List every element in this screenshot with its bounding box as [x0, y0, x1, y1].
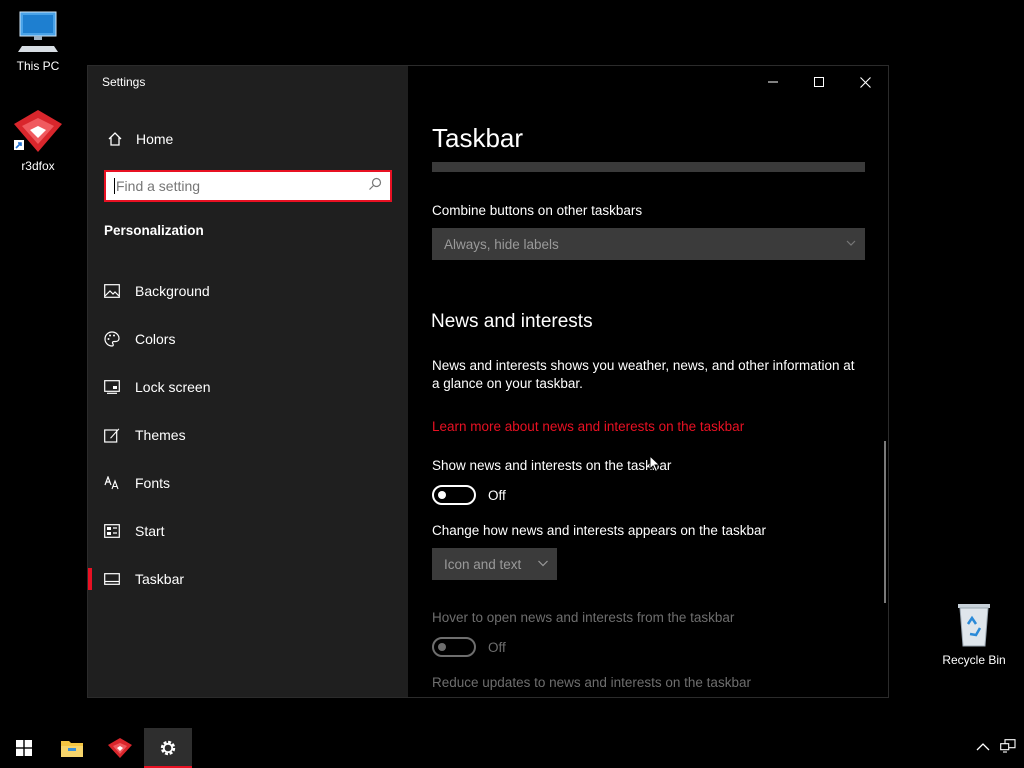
- caption-buttons: [750, 66, 888, 98]
- file-explorer-button[interactable]: [48, 728, 96, 768]
- toggle-knob: [438, 491, 446, 499]
- sidebar-item-label: Colors: [135, 331, 176, 347]
- change-appearance-dropdown[interactable]: Icon and text: [432, 548, 557, 580]
- start-button[interactable]: [0, 728, 48, 768]
- sidebar-item-label: Start: [135, 523, 165, 539]
- chevron-down-icon: [538, 560, 548, 567]
- close-button[interactable]: [842, 66, 888, 98]
- settings-window: Settings Home Personalization Background: [87, 65, 889, 698]
- windows-logo-icon: [16, 740, 32, 756]
- minimize-button[interactable]: [750, 66, 796, 98]
- mouse-cursor-icon: [649, 455, 661, 473]
- combine-other-dropdown[interactable]: Always, hide labels: [432, 228, 865, 260]
- recycle-bin-icon: [958, 604, 990, 647]
- section-heading: Personalization: [104, 223, 204, 238]
- news-description: News and interests shows you weather, ne…: [432, 358, 855, 391]
- hover-label: Hover to open news and interests from th…: [432, 610, 735, 625]
- r3dfox-icon: [108, 738, 132, 758]
- window-title: Settings: [102, 75, 146, 89]
- lock-screen-icon: [104, 379, 120, 395]
- recycle-bin-label: Recycle Bin: [942, 653, 1006, 667]
- computer-icon: [18, 11, 58, 52]
- scrollbar-thumb[interactable]: [884, 441, 886, 603]
- sidebar-item-background[interactable]: Background: [88, 267, 408, 315]
- sidebar-item-lock-screen[interactable]: Lock screen: [88, 363, 408, 411]
- maximize-icon: [814, 77, 824, 87]
- text-caret: [114, 178, 115, 194]
- this-pc-label: This PC: [16, 59, 60, 73]
- recycle-bin-desktop-icon[interactable]: Recycle Bin: [936, 600, 1012, 667]
- this-pc-desktop-icon[interactable]: This PC: [0, 8, 76, 73]
- news-learn-more-link[interactable]: Learn more about news and interests on t…: [432, 419, 744, 434]
- sidebar-item-label: Fonts: [135, 475, 171, 491]
- sidebar-item-label: Themes: [135, 427, 186, 443]
- page-title: Taskbar: [432, 123, 524, 153]
- settings-taskbar-button[interactable]: [144, 728, 192, 768]
- system-tray: [976, 728, 1016, 768]
- settings-sidebar: Settings Home Personalization Background: [88, 66, 408, 697]
- minimize-icon: [768, 81, 778, 83]
- search-box[interactable]: [104, 170, 392, 202]
- r3dfox-desktop-icon[interactable]: r3dfox: [0, 108, 76, 173]
- show-news-label: Show news and interests on the taskbar: [432, 458, 672, 473]
- start-icon: [104, 523, 120, 539]
- nav-home-label: Home: [136, 131, 174, 147]
- taskbar: [0, 728, 1024, 768]
- show-news-toggle[interactable]: [432, 485, 476, 505]
- sidebar-item-themes[interactable]: Themes: [88, 411, 408, 459]
- sidebar-item-fonts[interactable]: Fonts: [88, 459, 408, 507]
- nav-home[interactable]: Home: [88, 124, 408, 154]
- chevron-down-icon: [846, 240, 856, 246]
- settings-content: Taskbar Combine buttons on other taskbar…: [408, 66, 888, 697]
- show-news-toggle-row: Off: [432, 485, 506, 505]
- folder-icon: [61, 741, 83, 757]
- show-news-state: Off: [488, 487, 506, 503]
- home-icon: [106, 130, 124, 148]
- nav-list: Background Colors Lock screen Themes Fon…: [88, 267, 408, 603]
- sidebar-item-colors[interactable]: Colors: [88, 315, 408, 363]
- chevron-up-icon[interactable]: [976, 739, 990, 757]
- themes-icon: [104, 427, 120, 443]
- combine-other-value: Always, hide labels: [444, 236, 559, 252]
- gear-icon: [160, 740, 176, 756]
- r3dfox-label: r3dfox: [21, 159, 55, 173]
- sidebar-item-label: Background: [135, 283, 210, 299]
- sidebar-item-taskbar[interactable]: Taskbar: [88, 555, 408, 603]
- close-icon: [859, 76, 871, 88]
- change-appearance-label: Change how news and interests appears on…: [432, 523, 766, 538]
- hover-state: Off: [488, 639, 506, 655]
- change-appearance-value: Icon and text: [444, 556, 522, 572]
- fonts-icon: [104, 475, 120, 491]
- toggle-knob: [438, 643, 446, 651]
- combine-other-label: Combine buttons on other taskbars: [432, 203, 643, 218]
- scrolled-control-edge: [432, 162, 865, 172]
- news-heading: News and interests: [431, 311, 593, 332]
- r3dfox-taskbar-button[interactable]: [96, 728, 144, 768]
- image-icon: [104, 283, 120, 299]
- hover-toggle[interactable]: [432, 637, 476, 657]
- sidebar-item-label: Taskbar: [135, 571, 185, 587]
- sidebar-item-label: Lock screen: [135, 379, 211, 395]
- palette-icon: [104, 331, 120, 347]
- sidebar-item-start[interactable]: Start: [88, 507, 408, 555]
- hover-toggle-row: Off: [432, 637, 506, 657]
- reduce-updates-label: Reduce updates to news and interests on …: [432, 675, 751, 690]
- maximize-button[interactable]: [796, 66, 842, 98]
- network-icon[interactable]: [1000, 738, 1016, 758]
- search-input[interactable]: [116, 178, 368, 194]
- r3dfox-icon: [14, 110, 62, 152]
- search-icon[interactable]: [368, 177, 382, 196]
- taskbar-icon: [104, 571, 120, 587]
